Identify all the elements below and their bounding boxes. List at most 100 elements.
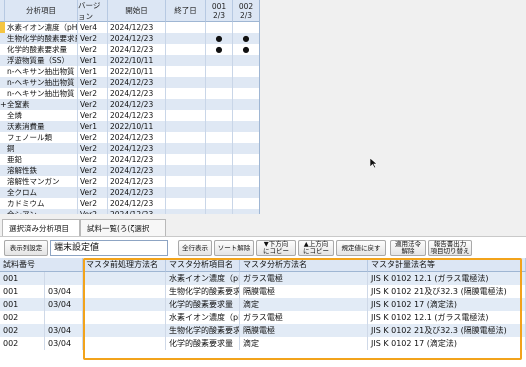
cell-end-date[interactable] [166, 33, 206, 44]
cell-end-date[interactable] [166, 66, 206, 77]
cell-start-date[interactable]: 2024/12/23 [108, 198, 166, 209]
cell-analysis-item[interactable]: n-ヘキサン抽出物質 [5, 66, 78, 77]
cell-measurement-method[interactable]: JIS K 0102 21及び32.3 (隔膜電極法) [368, 324, 526, 337]
cell-start-date[interactable]: 2024/12/23 [108, 33, 166, 44]
reset-default-button[interactable]: 規定値に戻す [336, 240, 386, 256]
cell-sample-002[interactable] [233, 121, 259, 132]
table-row[interactable]: 00203/04 生物化学的酸素要求量隔膜電極JIS K 0102 21及び32.… [0, 324, 526, 337]
display-columns-button[interactable]: 表示列設定 [4, 240, 48, 256]
cell-pretreatment[interactable] [83, 324, 166, 337]
header-analysis-item[interactable]: 分析項目 [5, 0, 78, 22]
analysis-item-row[interactable]: 全クロム Ver2 2024/12/23 [0, 187, 259, 198]
cell-sample-002[interactable] [233, 143, 259, 154]
cell-sample-number[interactable]: 001 [0, 285, 45, 298]
cell-analysis-method[interactable]: 滴定 [240, 298, 368, 311]
cell-end-date[interactable] [166, 110, 206, 121]
cell-end-date[interactable] [166, 209, 206, 214]
cell-start-date[interactable]: 2024/12/23 [108, 88, 166, 99]
cell-sample-001[interactable] [206, 121, 233, 132]
cell-sample-001[interactable] [206, 22, 233, 33]
cell-analysis-item-name[interactable]: 生物化学的酸素要求量 [166, 285, 240, 298]
cell-sample-002[interactable] [233, 77, 259, 88]
analysis-item-row[interactable]: カドミウム Ver2 2024/12/23 [0, 198, 259, 209]
cell-start-date[interactable]: 2022/10/11 [108, 55, 166, 66]
copy-down-button[interactable]: ▼下方向 にコピー [256, 240, 296, 256]
header-pretreatment-method[interactable]: マスタ前処理方法名 [83, 258, 166, 272]
cell-version[interactable]: Ver1 [78, 55, 108, 66]
cell-pretreatment[interactable] [83, 298, 166, 311]
table-row[interactable]: 001 水素イオン濃度（pH）ガラス電極JIS K 0102 12.1 (ガラス電… [0, 272, 526, 285]
cell-sample-002[interactable] [233, 198, 259, 209]
cell-version[interactable]: Ver2 [78, 44, 108, 55]
analysis-item-row[interactable]: 溶解性マンガン Ver2 2024/12/23 [0, 176, 259, 187]
cell-end-date[interactable] [166, 187, 206, 198]
cell-analysis-item[interactable]: 溶解性マンガン [5, 176, 78, 187]
cell-sample-number[interactable]: 002 [0, 337, 45, 350]
show-all-rows-button[interactable]: 全行表示 [178, 240, 212, 256]
header-version[interactable]: バージョン [78, 0, 108, 22]
cell-sample-002[interactable] [233, 99, 259, 110]
cell-end-date[interactable] [166, 88, 206, 99]
cell-sample-002[interactable]: ● [233, 33, 259, 44]
cell-end-date[interactable] [166, 77, 206, 88]
cell-analysis-method[interactable]: 隔膜電極 [240, 285, 368, 298]
table-row[interactable]: 002 03/04 化学的酸素要求量 滴定 JIS K 0102 17 (滴定法) [0, 337, 526, 350]
cell-sample-001[interactable] [206, 132, 233, 143]
analysis-item-row[interactable]: 亜鉛 Ver2 2024/12/23 [0, 154, 259, 165]
analysis-item-row[interactable]: 生物化学的酸素要求量 Ver2 2024/12/23 ● ● [0, 33, 259, 44]
cell-analysis-item-name[interactable]: 生物化学的酸素要求量 [166, 324, 240, 337]
cell-pretreatment[interactable] [83, 311, 166, 324]
analysis-item-row[interactable]: 銅 Ver2 2024/12/23 [0, 143, 259, 154]
cell-start-date[interactable]: 2022/10/11 [108, 66, 166, 77]
cell-pretreatment[interactable] [83, 337, 166, 350]
header-analysis-item-name[interactable]: マスタ分析項目名 [166, 258, 240, 272]
cell-version[interactable]: Ver2 [78, 198, 108, 209]
header-analysis-method-name[interactable]: マスタ分析方法名 [240, 258, 368, 272]
cell-start-date[interactable]: 2022/10/11 [108, 121, 166, 132]
cell-sample-date[interactable]: 03/04 [45, 324, 83, 337]
cell-sample-date[interactable]: 03/04 [45, 285, 83, 298]
cell-sample-002[interactable] [233, 165, 259, 176]
cell-version[interactable]: Ver2 [78, 165, 108, 176]
cell-sample-001[interactable] [206, 143, 233, 154]
cell-analysis-item[interactable]: 全燐 [5, 110, 78, 121]
cell-sample-002[interactable] [233, 22, 259, 33]
analysis-item-row[interactable]: 溶解性鉄 Ver2 2024/12/23 [0, 165, 259, 176]
cell-sample-002[interactable] [233, 110, 259, 121]
cell-version[interactable]: Ver2 [78, 209, 108, 214]
cell-analysis-item[interactable]: n-ヘキサン抽出物質 [5, 77, 78, 88]
cell-sample-001[interactable] [206, 77, 233, 88]
cell-sample-001[interactable] [206, 110, 233, 121]
copy-up-button[interactable]: ▲上方向 にコピー [298, 240, 334, 256]
cell-version[interactable]: Ver2 [78, 99, 108, 110]
selected-items-grid[interactable]: 試料番号 マスタ前処理方法名 マスタ分析項目名 マスタ分析方法名 マスタ計量法名… [0, 258, 526, 367]
report-output-switch-button[interactable]: 報告書出力 項目切り替え [428, 240, 472, 256]
cell-end-date[interactable] [166, 99, 206, 110]
cell-analysis-item[interactable]: 亜鉛 [5, 154, 78, 165]
cell-analysis-item[interactable]: 浮遊物質量（SS） [5, 55, 78, 66]
cell-analysis-method[interactable]: 隔膜電極 [240, 324, 368, 337]
cell-end-date[interactable] [166, 198, 206, 209]
cell-analysis-item[interactable]: 銅 [5, 143, 78, 154]
table-row[interactable]: 001 03/04 化学的酸素要求量 滴定 JIS K 0102 17 (滴定法) [0, 298, 526, 311]
tab-selected-analysis-items[interactable]: 選択済み分析項目 [2, 219, 80, 236]
cell-sample-number[interactable]: 002 [0, 324, 45, 337]
header-measurement-method[interactable]: マスタ計量法名等 [368, 258, 526, 272]
cell-version[interactable]: Ver2 [78, 176, 108, 187]
cell-start-date[interactable]: 2024/12/23 [108, 44, 166, 55]
header-sample-number[interactable]: 試料番号 [0, 258, 83, 272]
cell-version[interactable]: Ver4 [78, 22, 108, 33]
cell-analysis-item[interactable]: 全シアン [5, 209, 78, 214]
cell-version[interactable]: Ver1 [78, 66, 108, 77]
table-row[interactable]: 00103/04 生物化学的酸素要求量隔膜電極JIS K 0102 21及び32.… [0, 285, 526, 298]
cell-end-date[interactable] [166, 22, 206, 33]
cell-analysis-item[interactable]: 化学的酸素要求量 [5, 44, 78, 55]
cell-sample-001[interactable] [206, 209, 233, 214]
cell-pretreatment[interactable] [83, 272, 166, 285]
cell-sample-date[interactable]: 03/04 [45, 337, 83, 350]
cell-start-date[interactable]: 2024/12/23 [108, 143, 166, 154]
table-row[interactable]: 002 水素イオン濃度（pH）ガラス電極JIS K 0102 12.1 (ガラス電… [0, 311, 526, 324]
header-end-date[interactable]: 終了日 [166, 0, 206, 22]
cell-analysis-item[interactable]: n-ヘキサン抽出物質 [5, 88, 78, 99]
analysis-item-grid[interactable]: 分析項目 バージョン 開始日 終了日 001 2/3 002 2/3 水素イオン… [0, 0, 260, 214]
